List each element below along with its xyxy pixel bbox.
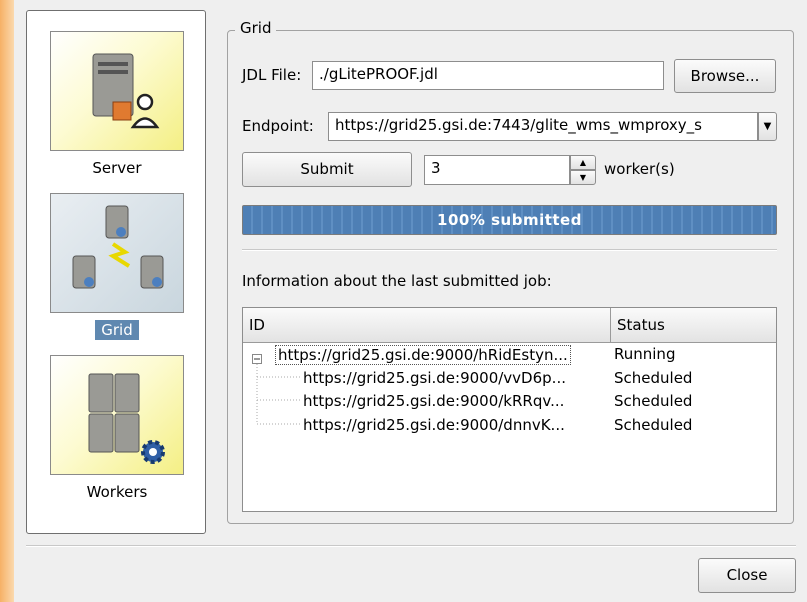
job-tree[interactable]: ID Status https://grid25.gsi.de:9000/hRi… <box>242 307 777 512</box>
endpoint-label: Endpoint: <box>242 117 314 135</box>
job-row-child-status: Scheduled <box>614 392 693 410</box>
submission-progress-bar: 100% submitted <box>242 205 777 235</box>
grid-servers-icon <box>50 193 184 313</box>
job-row-parent-id[interactable]: https://grid25.gsi.de:9000/hRidEstyn... <box>275 345 571 365</box>
spin-down-icon[interactable]: ▼ <box>570 170 596 185</box>
nav-label-server: Server <box>92 159 142 177</box>
window-edge-strip <box>0 0 14 602</box>
column-header-status[interactable]: Status <box>610 308 776 343</box>
browse-button[interactable]: Browse... <box>674 59 776 93</box>
jdl-file-label: JDL File: <box>242 66 302 84</box>
submit-button[interactable]: Submit <box>242 152 412 187</box>
nav-label-workers: Workers <box>86 483 148 501</box>
footer-divider <box>26 545 796 547</box>
workers-spinbox[interactable]: 3 <box>424 155 570 185</box>
endpoint-dropdown-icon[interactable]: ▼ <box>758 112 777 141</box>
job-row-child-id[interactable]: https://grid25.gsi.de:9000/dnnvK... <box>303 416 565 434</box>
job-row-child-status: Scheduled <box>614 369 693 387</box>
group-title: Grid <box>235 19 277 37</box>
job-row-parent-status: Running <box>614 345 676 363</box>
workers-suffix-label: worker(s) <box>604 160 675 178</box>
category-panel: Server Grid Workers <box>26 10 206 534</box>
divider <box>242 249 777 251</box>
column-header-id[interactable]: ID <box>243 308 610 343</box>
endpoint-select[interactable]: https://grid25.gsi.de:7443/glite_wms_wmp… <box>328 112 758 141</box>
job-row-child-status: Scheduled <box>614 416 693 434</box>
nav-item-grid[interactable]: Grid <box>50 193 184 340</box>
close-button[interactable]: Close <box>698 558 796 593</box>
spin-up-icon[interactable]: ▲ <box>570 155 596 170</box>
nav-label-grid: Grid <box>95 320 139 340</box>
job-row-child-id[interactable]: https://grid25.gsi.de:9000/kRRqv... <box>303 392 564 410</box>
jdl-file-input[interactable]: ./gLitePROOF.jdl <box>312 61 664 90</box>
nav-item-workers[interactable]: Workers <box>50 355 184 502</box>
server-user-icon <box>50 31 184 151</box>
workers-gear-icon <box>50 355 184 475</box>
info-label: Information about the last submitted job… <box>242 272 552 290</box>
job-row-child-id[interactable]: https://grid25.gsi.de:9000/vvD6p... <box>303 369 566 387</box>
nav-item-server[interactable]: Server <box>50 31 184 178</box>
